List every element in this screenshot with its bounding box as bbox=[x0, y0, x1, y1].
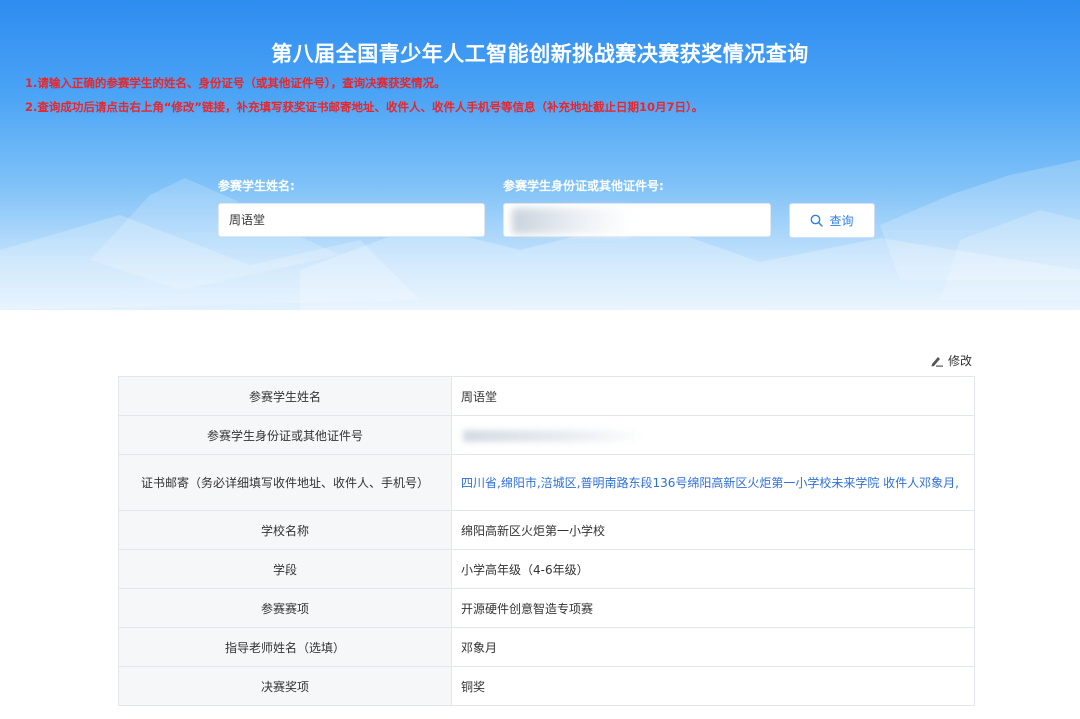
header-banner: 第八届全国青少年人工智能创新挑战赛决赛获奖情况查询 1.请输入正确的参赛学生的姓… bbox=[0, 0, 1080, 310]
search-button[interactable]: 查询 bbox=[789, 203, 875, 238]
row-label: 证书邮寄（务必详细填写收件地址、收件人、手机号） bbox=[118, 454, 452, 511]
row-label: 参赛赛项 bbox=[118, 588, 452, 628]
table-row: 证书邮寄（务必详细填写收件地址、收件人、手机号） 四川省,绵阳市,涪城区,普明南… bbox=[118, 454, 975, 511]
row-label: 参赛学生姓名 bbox=[118, 376, 452, 416]
table-row: 参赛学生姓名 周语堂 bbox=[118, 376, 975, 416]
redacted-id-blur bbox=[512, 208, 632, 234]
edit-icon bbox=[931, 356, 943, 367]
row-label: 决赛奖项 bbox=[118, 666, 452, 706]
table-row: 指导老师姓名（选填） 邓象月 bbox=[118, 627, 975, 667]
table-row: 学段 小学高年级（4-6年级） bbox=[118, 549, 975, 589]
row-value: 周语堂 bbox=[451, 376, 975, 416]
redacted-id-blur bbox=[463, 429, 643, 442]
row-value: 铜奖 bbox=[451, 666, 975, 706]
row-value: 邓象月 bbox=[451, 627, 975, 667]
page-title: 第八届全国青少年人工智能创新挑战赛决赛获奖情况查询 bbox=[271, 42, 809, 66]
row-value bbox=[451, 415, 975, 455]
search-icon bbox=[811, 214, 824, 227]
row-label: 指导老师姓名（选填） bbox=[118, 627, 452, 667]
row-label: 参赛学生身份证或其他证件号 bbox=[118, 415, 452, 455]
row-value: 绵阳高新区火炬第一小学校 bbox=[451, 510, 975, 550]
edit-link[interactable]: 修改 bbox=[930, 352, 972, 369]
table-row: 参赛学生身份证或其他证件号 bbox=[118, 415, 975, 455]
name-input[interactable]: 周语堂 bbox=[218, 203, 485, 237]
name-field-label: 参赛学生姓名: bbox=[218, 179, 295, 193]
table-row: 参赛赛项 开源硬件创意智造专项赛 bbox=[118, 588, 975, 628]
result-table: 参赛学生姓名 周语堂 参赛学生身份证或其他证件号 证书邮寄（务必详细填写收件地址… bbox=[118, 376, 975, 706]
row-value: 小学高年级（4-6年级） bbox=[451, 549, 975, 589]
edit-label: 修改 bbox=[948, 354, 973, 368]
id-input[interactable] bbox=[503, 203, 771, 237]
notice-line-2: 2.查询成功后请点击右上角“修改”链接，补充填写获奖证书邮寄地址、收件人、收件人… bbox=[25, 100, 704, 114]
notice-line-1: 1.请输入正确的参赛学生的姓名、身份证号（或其他证件号），查询决赛获奖情况。 bbox=[25, 76, 446, 90]
id-field-label: 参赛学生身份证或其他证件号: bbox=[503, 179, 664, 193]
table-row: 学校名称 绵阳高新区火炬第一小学校 bbox=[118, 510, 975, 550]
mailing-address-value: 四川省,绵阳市,涪城区,普明南路东段136号绵阳高新区火炬第一小学校未来学院 收… bbox=[451, 454, 975, 511]
row-label: 学校名称 bbox=[118, 510, 452, 550]
row-label: 学段 bbox=[118, 549, 452, 589]
search-button-label: 查询 bbox=[829, 214, 854, 228]
row-value: 开源硬件创意智造专项赛 bbox=[451, 588, 975, 628]
table-row: 决赛奖项 铜奖 bbox=[118, 666, 975, 706]
